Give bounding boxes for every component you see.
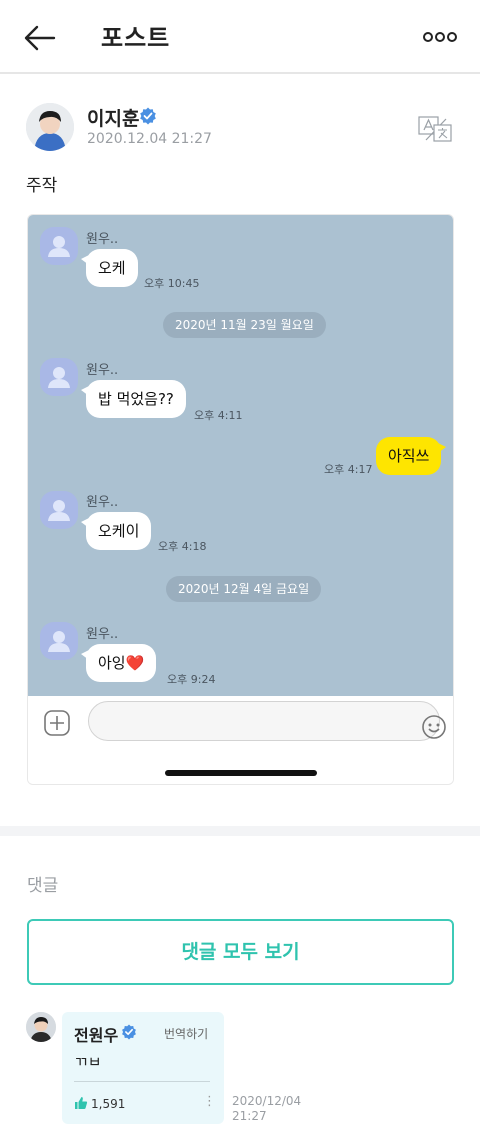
page-title: 포스트 <box>101 24 171 52</box>
message-input[interactable]: # <box>88 701 446 741</box>
author-name[interactable]: 이지훈 <box>87 104 139 131</box>
chat-bubble: 오케 <box>81 249 138 287</box>
chat-avatar <box>40 227 78 265</box>
like-button[interactable]: 1,591 <box>74 1096 125 1111</box>
like-count: 1,591 <box>91 1097 126 1111</box>
chat-time: 오후 10:45 <box>144 277 200 290</box>
translate-link[interactable]: 번역하기 <box>164 1025 208 1042</box>
chat-bubble: 밥 먹었음?? <box>81 380 186 418</box>
emoji-icon[interactable] <box>421 714 447 740</box>
chat-time: 오후 4:17 <box>324 463 373 476</box>
chat-background: 원우.. 오케 오후 10:45 2020년 11월 23일 월요일 원우.. … <box>28 215 453 696</box>
comment-text: ㄲㅂ <box>74 1053 102 1071</box>
translate-icon[interactable] <box>418 116 452 142</box>
more-options-icon[interactable] <box>422 28 458 46</box>
chat-time: 오후 9:24 <box>167 673 216 686</box>
comment-card: 전원우 번역하기 ㄲㅂ 1,591 ⋮ <box>62 1012 224 1124</box>
thumbs-up-icon <box>75 1097 88 1109</box>
comment-time-line: 21:27 <box>232 1109 267 1123</box>
chat-avatar <box>40 358 78 396</box>
author-avatar[interactable] <box>26 103 74 151</box>
chat-input-bar: # <box>28 696 453 784</box>
post-image[interactable]: 원우.. 오케 오후 10:45 2020년 11월 23일 월요일 원우.. … <box>27 214 454 785</box>
comment-divider <box>74 1081 210 1082</box>
chat-time: 오후 4:11 <box>194 409 243 422</box>
commenter-avatar[interactable] <box>26 1012 56 1042</box>
comment-date-line: 2020/12/04 <box>232 1094 302 1108</box>
view-all-comments-button[interactable]: 댓글 모두 보기 <box>27 919 454 985</box>
chat-sender-name: 원우.. <box>86 495 119 510</box>
heart-icon: ❤️ <box>125 654 145 672</box>
chat-date-divider: 2020년 12월 4일 금요일 <box>166 576 322 602</box>
post-text: 주작 <box>26 176 58 196</box>
commenter-name[interactable]: 전원우 <box>74 1022 118 1046</box>
verified-badge-icon <box>121 1024 137 1040</box>
section-divider <box>0 826 480 836</box>
chat-avatar <box>40 622 78 660</box>
top-bar: 포스트 <box>0 0 480 74</box>
comment-menu-icon[interactable]: ⋮ <box>203 1094 216 1109</box>
chat-sender-name: 원우.. <box>86 232 119 247</box>
chat-sender-name: 원우.. <box>86 627 119 642</box>
chat-time: 오후 4:18 <box>158 540 207 553</box>
chat-bubble-mine: 아직쓰 <box>376 437 447 475</box>
chat-date-divider: 2020년 11월 23일 월요일 <box>163 312 326 338</box>
post-date: 2020.12.04 21:27 <box>87 131 212 147</box>
home-indicator <box>165 770 317 776</box>
comment-date: 2020/12/04 21:27 <box>232 1094 312 1124</box>
chat-sender-name: 원우.. <box>86 363 119 378</box>
chat-bubble: 오케이 <box>80 512 152 550</box>
verified-badge-icon <box>139 107 157 125</box>
chat-bubble-text: 아잉 <box>98 654 126 672</box>
chat-avatar <box>40 491 78 529</box>
chat-bubble: 아잉❤️ <box>80 644 157 682</box>
comments-title: 댓글 <box>27 876 59 896</box>
back-arrow-icon[interactable] <box>22 20 58 56</box>
plus-icon[interactable] <box>44 710 70 736</box>
